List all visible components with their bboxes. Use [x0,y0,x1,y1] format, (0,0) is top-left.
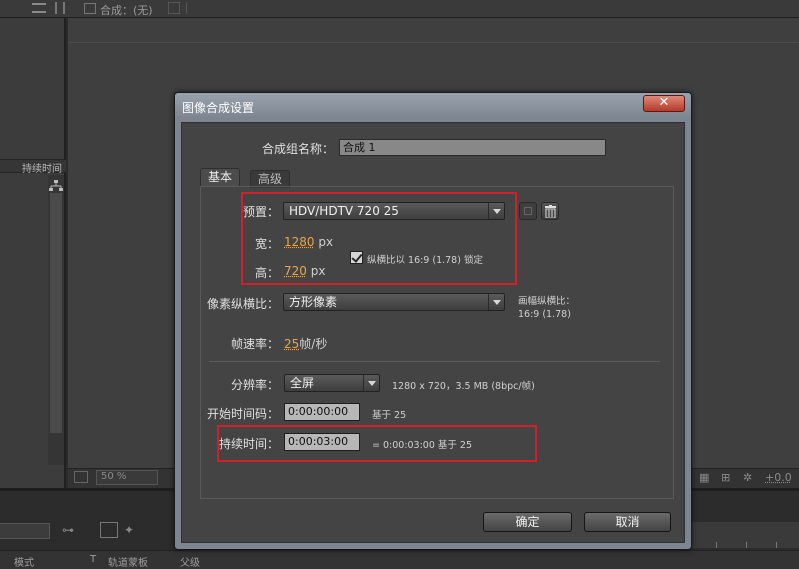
chevron-down-icon [488,294,504,310]
snapshot-icon[interactable] [74,471,88,483]
flowchart-icon[interactable] [49,180,63,192]
time-ruler[interactable] [690,522,799,548]
scrollbar-thumb[interactable] [50,193,62,433]
trash-icon [545,205,556,218]
zoom-select[interactable]: 50 % [96,470,158,485]
resolution-label: 分辨率： [231,378,280,392]
project-column-header: 持续时间 [0,159,66,175]
frame-aspect-value: 16:9 (1.78) [518,309,571,320]
frame-rate-value[interactable]: 25 [284,337,299,351]
start-timecode-label: 开始时间码： [207,407,280,421]
tab-basic[interactable]: 基本 [200,168,240,186]
comp-dropdown-icon[interactable] [168,2,180,14]
comp-mini-flowchart-icon[interactable]: ⊶ [62,523,74,537]
top-panel-strip: 合成：(无) [0,0,799,18]
ok-button[interactable]: 确定 [483,512,572,532]
resolution-info: 1280 x 720，3.5 MB (8bpc/帧) [392,381,535,392]
t-column-label[interactable]: T [90,554,96,565]
track-matte-column-label[interactable]: 轨道蒙板 [108,554,148,569]
duration-column-label[interactable]: 持续时间 [22,160,62,175]
panel-grip-icon[interactable] [55,2,65,14]
cancel-button[interactable]: 取消 [584,512,671,532]
dialog-titlebar[interactable]: 图像合成设置 ✕ [175,93,691,119]
zoom-value: 50 % [101,471,127,482]
frame-rate-field[interactable]: 25帧/秒 [284,335,327,352]
composition-icon [84,3,96,14]
comp-name-label: 合成组名称： [262,142,335,156]
highlight-box-duration [217,425,537,462]
panel-divider [186,2,194,14]
frame-aspect-label: 画幅纵横比： [518,296,576,307]
dialog-title: 图像合成设置 [182,101,255,115]
flowchart-small-icon[interactable]: ⊞ [721,471,730,484]
pixel-aspect-value: 方形像素 [289,295,338,309]
frame-rate-unit: 帧/秒 [299,337,328,351]
exposure-icon[interactable]: ✲ [743,471,752,484]
composition-settings-dialog: 图像合成设置 ✕ 合成组名称： 合成 1 基本 高级 预置： HDV/HDTV … [174,92,692,550]
chevron-down-icon [363,375,379,391]
pixel-aspect-select[interactable]: 方形像素 [283,293,505,311]
comp-name-input[interactable]: 合成 1 [339,139,606,156]
save-preset-button[interactable] [519,202,537,220]
timeline-search-input[interactable] [0,523,50,539]
delete-preset-button[interactable] [541,202,559,220]
close-icon: ✕ [658,95,670,110]
start-timecode-note: 基于 25 [372,410,407,421]
dialog-body: 合成组名称： 合成 1 基本 高级 预置： HDV/HDTV 720 25 宽：… [181,122,685,543]
resolution-select[interactable]: 全屏 [284,374,380,392]
close-button[interactable]: ✕ [643,95,685,112]
resolution-value: 全屏 [290,376,315,390]
shy-layers-icon[interactable]: ✦ [124,523,134,537]
timeline-column-header: 模式 T 轨道蒙板 父级 [0,550,799,569]
panel-menu-icon[interactable] [32,3,46,13]
frame-rate-label: 帧速率： [231,337,280,351]
comp-viewer-tab[interactable]: 合成：(无) [100,2,153,18]
pixel-aspect-label: 像素纵横比： [207,297,280,311]
timeline-tools: ⊶ ✦ [62,522,152,540]
exposure-value[interactable]: +0.0 [765,471,792,484]
project-scrollbar[interactable] [48,175,64,465]
parent-column-label[interactable]: 父级 [180,554,200,569]
highlight-box-preset [241,192,517,285]
draft-3d-icon[interactable] [100,522,118,538]
mode-column-label[interactable]: 模式 [14,554,34,569]
save-icon [524,207,532,215]
grid-icon[interactable]: ▦ [699,471,709,484]
section-divider [209,361,660,362]
start-timecode-input[interactable]: 0:00:00:00 [284,403,360,421]
viewer-right-tools: ▦ ⊞ ✲ +0.0 [695,470,799,486]
